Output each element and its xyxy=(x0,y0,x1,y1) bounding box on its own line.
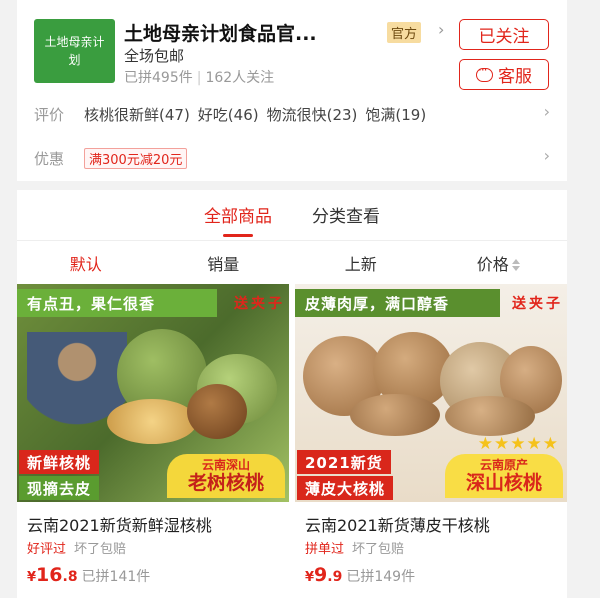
walnut-kernel-illustration xyxy=(107,399,197,444)
customer-service-button[interactable]: 客服 xyxy=(459,59,549,90)
product-card[interactable]: 皮薄肉厚，满口醇香 送夹子 ★★★★★ 2021新货 薄皮大核桃 云南原产 深山… xyxy=(295,284,567,598)
store-stats: 已拼495件 | 162人关注 xyxy=(124,67,274,87)
star-rating-icon: ★★★★★ xyxy=(477,434,559,454)
official-badge: 官方 xyxy=(387,22,422,43)
image-label-red: 2021新货 xyxy=(297,450,391,474)
origin-badge: 云南原产 深山核桃 xyxy=(445,454,563,498)
store-card: 土地母亲计划 土地母亲计划食品官... 官方 › 全场包邮 已拼495件 | 162… xyxy=(17,0,567,181)
farmer-illustration xyxy=(27,332,127,452)
review-row[interactable]: 评价 核桃很新鲜(47) 好吃(46) 物流很快(23) 饱满(19) › xyxy=(34,102,550,126)
store-sold-count: 已拼495件 xyxy=(124,70,193,86)
sort-new[interactable]: 上新 xyxy=(292,251,430,275)
image-label-green: 现摘去皮 xyxy=(19,476,100,500)
promo-row[interactable]: 优惠 满300元减20元 › xyxy=(34,146,550,170)
walnut-illustration xyxy=(445,396,535,436)
origin-badge: 云南深山 老树核桃 xyxy=(167,454,285,498)
origin-small-text: 云南深山 xyxy=(201,458,250,472)
chat-icon xyxy=(476,63,493,82)
review-label: 评价 xyxy=(34,105,65,124)
currency-symbol: ¥ xyxy=(305,570,315,585)
price-integer: 16 xyxy=(36,564,63,586)
product-price: ¥9.9 xyxy=(305,564,342,586)
coupon-badge[interactable]: 满300元减20元 xyxy=(84,147,188,169)
product-tag: 坏了包赔 xyxy=(74,542,127,557)
price-row: ¥9.9 已拼149件 xyxy=(305,564,415,586)
product-image[interactable]: 皮薄肉厚，满口醇香 送夹子 ★★★★★ 2021新货 薄皮大核桃 云南原产 深山… xyxy=(295,284,567,502)
store-logo[interactable]: 土地母亲计划 xyxy=(34,19,115,83)
image-banner: 有点丑，果仁很香 xyxy=(17,289,217,317)
review-tag[interactable]: 核桃很新鲜(47) xyxy=(84,104,190,125)
main-tabs: 全部商品 分类查看 xyxy=(17,190,567,238)
origin-big-text: 老树核桃 xyxy=(187,472,264,494)
store-name[interactable]: 土地母亲计划食品官... xyxy=(124,19,381,46)
sort-price[interactable]: 价格 xyxy=(430,251,568,275)
gift-tag: 送夹子 xyxy=(234,296,285,312)
product-tag: 好评过 xyxy=(27,542,67,557)
price-row: ¥16.8 已拼141件 xyxy=(27,564,150,586)
gift-tag: 送夹子 xyxy=(512,296,563,312)
product-image[interactable]: 有点丑，果仁很香 送夹子 新鲜核桃 现摘去皮 云南深山 老树核桃 xyxy=(17,284,289,502)
origin-big-text: 深山核桃 xyxy=(465,472,542,494)
price-decimal: .8 xyxy=(62,569,78,585)
sold-count: 已拼149件 xyxy=(346,569,416,585)
sort-default[interactable]: 默认 xyxy=(17,251,155,275)
product-tags: 好评过 坏了包赔 xyxy=(27,538,126,557)
products-card: 全部商品 分类查看 默认 销量 上新 价格 有点丑，果仁很香 送夹子 新鲜核桃 … xyxy=(17,190,567,598)
tab-all-products[interactable]: 全部商品 xyxy=(202,202,274,227)
chevron-right-icon[interactable]: › xyxy=(438,20,444,39)
image-label-green: 薄皮大核桃 xyxy=(297,476,394,500)
image-banner: 皮薄肉厚，满口醇香 xyxy=(295,289,500,317)
currency-symbol: ¥ xyxy=(27,570,37,585)
price-decimal: .9 xyxy=(327,569,343,585)
origin-small-text: 云南原产 xyxy=(479,458,528,472)
walnut-illustration xyxy=(187,384,247,439)
follow-button[interactable]: 已关注 xyxy=(459,19,549,50)
tab-categories[interactable]: 分类查看 xyxy=(310,202,382,227)
promo-label: 优惠 xyxy=(34,149,65,168)
chevron-right-icon[interactable]: › xyxy=(544,102,550,121)
price-integer: 9 xyxy=(314,564,328,586)
customer-service-label: 客服 xyxy=(498,67,532,87)
sold-count: 已拼141件 xyxy=(81,569,151,585)
sort-bar: 默认 销量 上新 价格 xyxy=(17,240,567,284)
product-tag: 坏了包赔 xyxy=(352,542,405,557)
product-title[interactable]: 云南2021新货薄皮干核桃 xyxy=(305,512,490,536)
image-label-red: 新鲜核桃 xyxy=(19,450,100,474)
product-tag: 拼单过 xyxy=(305,542,345,557)
sort-sales[interactable]: 销量 xyxy=(155,251,293,275)
review-tag[interactable]: 饱满(19) xyxy=(365,104,426,125)
store-followers: 162人关注 xyxy=(205,70,275,86)
walnut-illustration xyxy=(350,394,440,436)
sort-caret-icon xyxy=(511,259,520,271)
shipping-text: 全场包邮 xyxy=(124,47,185,65)
chevron-right-icon[interactable]: › xyxy=(544,146,550,165)
review-tag[interactable]: 物流很快(23) xyxy=(267,104,358,125)
review-tag[interactable]: 好吃(46) xyxy=(198,104,259,125)
product-tags: 拼单过 坏了包赔 xyxy=(305,538,404,557)
divider: | xyxy=(196,70,202,86)
sort-price-label: 价格 xyxy=(476,254,509,274)
product-card[interactable]: 有点丑，果仁很香 送夹子 新鲜核桃 现摘去皮 云南深山 老树核桃 云南2021新… xyxy=(17,284,289,598)
product-title[interactable]: 云南2021新货新鲜湿核桃 xyxy=(27,512,212,536)
product-price: ¥16.8 xyxy=(27,564,78,586)
